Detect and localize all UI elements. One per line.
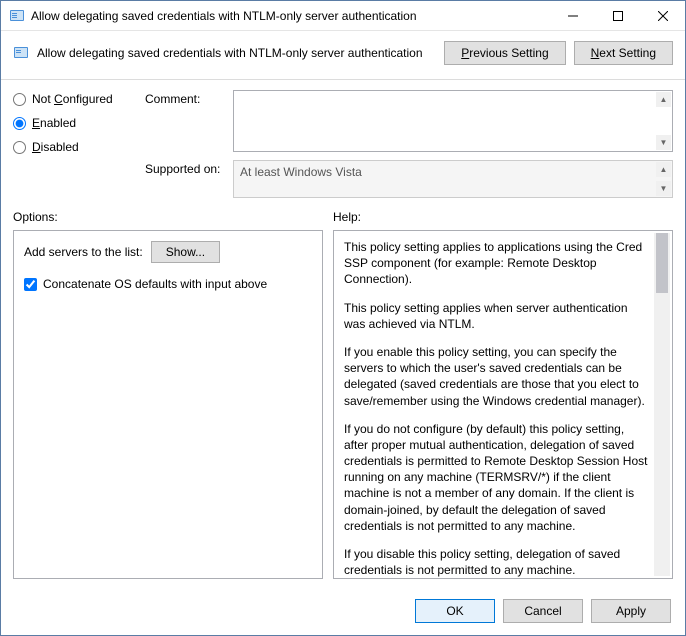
concat-label: Concatenate OS defaults with input above — [43, 277, 267, 291]
supported-box: At least Windows Vista ▲ ▼ — [233, 160, 673, 198]
help-text: This policy setting applies when server … — [344, 300, 650, 332]
policy-dialog: Allow delegating saved credentials with … — [0, 0, 686, 636]
comment-scroll-down[interactable]: ▼ — [656, 135, 671, 150]
cancel-button[interactable]: Cancel — [503, 599, 583, 623]
next-setting-button[interactable]: Next Setting — [574, 41, 673, 65]
radio-enabled-input[interactable] — [13, 117, 26, 130]
help-text: If you do not configure (by default) thi… — [344, 421, 650, 534]
radio-disabled[interactable]: Disabled — [13, 140, 133, 154]
pane-labels: Options: Help: — [1, 210, 685, 224]
maximize-button[interactable] — [595, 1, 640, 30]
show-button[interactable]: Show... — [151, 241, 220, 263]
add-servers-label: Add servers to the list: — [24, 245, 143, 259]
help-text: If you disable this policy setting, dele… — [344, 546, 650, 578]
ok-button[interactable]: OK — [415, 599, 495, 623]
radio-not-configured-input[interactable] — [13, 93, 26, 106]
state-radios: Not Configured Enabled Disabled — [13, 90, 133, 198]
radio-disabled-input[interactable] — [13, 141, 26, 154]
header-row: Allow delegating saved credentials with … — [1, 31, 685, 80]
panes: Add servers to the list: Show... Concate… — [1, 224, 685, 589]
header-title: Allow delegating saved credentials with … — [37, 46, 436, 60]
policy-icon — [13, 45, 29, 61]
close-icon — [658, 11, 668, 21]
minimize-icon — [568, 11, 578, 21]
help-text: If you enable this policy setting, you c… — [344, 344, 650, 409]
help-scrollbar[interactable] — [654, 233, 670, 576]
apply-button[interactable]: Apply — [591, 599, 671, 623]
help-text: This policy setting applies to applicati… — [344, 239, 650, 288]
concat-checkbox[interactable] — [24, 278, 37, 291]
concat-row[interactable]: Concatenate OS defaults with input above — [24, 277, 312, 291]
comment-input[interactable] — [234, 91, 672, 151]
comment-box: ▲ ▼ — [233, 90, 673, 152]
scrollbar-thumb[interactable] — [656, 233, 668, 293]
comment-label: Comment: — [145, 90, 225, 106]
supported-value: At least Windows Vista — [240, 165, 362, 179]
options-label: Options: — [13, 210, 333, 224]
comment-scroll-up[interactable]: ▲ — [656, 92, 671, 107]
config-fields: Comment: ▲ ▼ Supported on: At least Wind… — [145, 90, 673, 198]
minimize-button[interactable] — [550, 1, 595, 30]
supported-scroll-down[interactable]: ▼ — [656, 181, 671, 196]
previous-setting-button[interactable]: Previous Setting — [444, 41, 565, 65]
radio-not-configured[interactable]: Not Configured — [13, 92, 133, 106]
close-button[interactable] — [640, 1, 685, 30]
maximize-icon — [613, 11, 623, 21]
window-title: Allow delegating saved credentials with … — [31, 9, 550, 23]
config-section: Not Configured Enabled Disabled Comment:… — [1, 80, 685, 206]
supported-scroll-up[interactable]: ▲ — [656, 162, 671, 177]
titlebar: Allow delegating saved credentials with … — [1, 1, 685, 31]
add-servers-row: Add servers to the list: Show... — [24, 241, 312, 263]
options-pane: Add servers to the list: Show... Concate… — [13, 230, 323, 579]
app-icon — [9, 8, 25, 24]
supported-label: Supported on: — [145, 160, 225, 176]
radio-enabled[interactable]: Enabled — [13, 116, 133, 130]
help-pane: This policy setting applies to applicati… — [333, 230, 673, 579]
footer: OK Cancel Apply — [1, 589, 685, 635]
help-label: Help: — [333, 210, 361, 224]
